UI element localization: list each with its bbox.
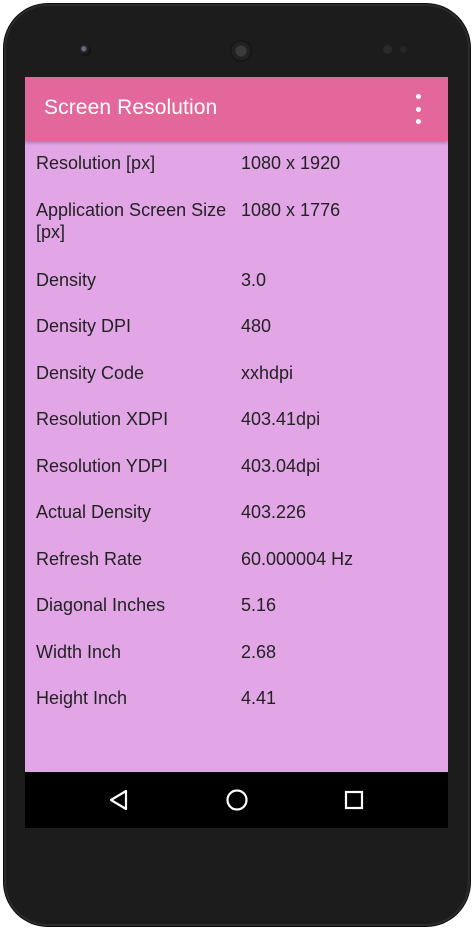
home-circle-icon-graphic <box>226 789 248 811</box>
home-circle-icon[interactable] <box>207 772 267 828</box>
row-value: xxhdpi <box>241 363 294 383</box>
row-value: 403.04dpi <box>241 456 321 476</box>
overflow-dot <box>415 106 421 112</box>
light-sensor <box>400 46 407 53</box>
row-label: Refresh Rate <box>36 549 143 569</box>
row-value: 403.226 <box>241 502 307 522</box>
row-label: Application Screen Size [px] <box>36 200 227 242</box>
back-triangle-icon[interactable] <box>89 772 149 828</box>
row-label: Width Inch <box>36 642 122 662</box>
row-label: Density <box>36 270 97 290</box>
row-label: Actual Density <box>36 502 152 522</box>
more-vert-icon[interactable] <box>408 94 428 124</box>
row-label: Density DPI <box>36 316 132 336</box>
row-label: Height Inch <box>36 688 128 708</box>
recents-square-icon-graphic <box>344 790 364 810</box>
row-label: Density Code <box>36 363 145 383</box>
row-value: 1080 x 1776 <box>241 200 341 220</box>
row-value: 480 <box>241 316 272 336</box>
row-value: 3.0 <box>241 270 267 290</box>
row-label: Resolution YDPI <box>36 456 168 476</box>
row-label: Resolution XDPI <box>36 409 169 429</box>
navigation-bar <box>25 772 448 828</box>
app-title: Screen Resolution <box>44 96 218 119</box>
app-bar: Screen Resolution <box>25 77 448 141</box>
row-value: 403.41dpi <box>241 409 321 429</box>
row-label: Resolution [px] <box>36 153 156 173</box>
recents-square-icon[interactable] <box>324 772 384 828</box>
back-triangle-icon-graphic <box>109 789 128 811</box>
overflow-dot <box>415 94 421 99</box>
row-value: 4.41 <box>241 688 277 708</box>
overflow-dot <box>415 119 421 124</box>
front-camera <box>79 44 91 56</box>
row-label: Diagonal Inches <box>36 595 166 615</box>
row-value: 1080 x 1920 <box>241 153 341 173</box>
row-value: 2.68 <box>241 642 277 662</box>
screen: Screen Resolution Resolution [px] 1080 x… <box>25 77 448 828</box>
proximity-sensor <box>383 45 392 54</box>
earpiece-speaker <box>230 40 252 62</box>
row-value: 5.16 <box>241 595 277 615</box>
row-value: 60.000004 Hz <box>241 549 354 569</box>
